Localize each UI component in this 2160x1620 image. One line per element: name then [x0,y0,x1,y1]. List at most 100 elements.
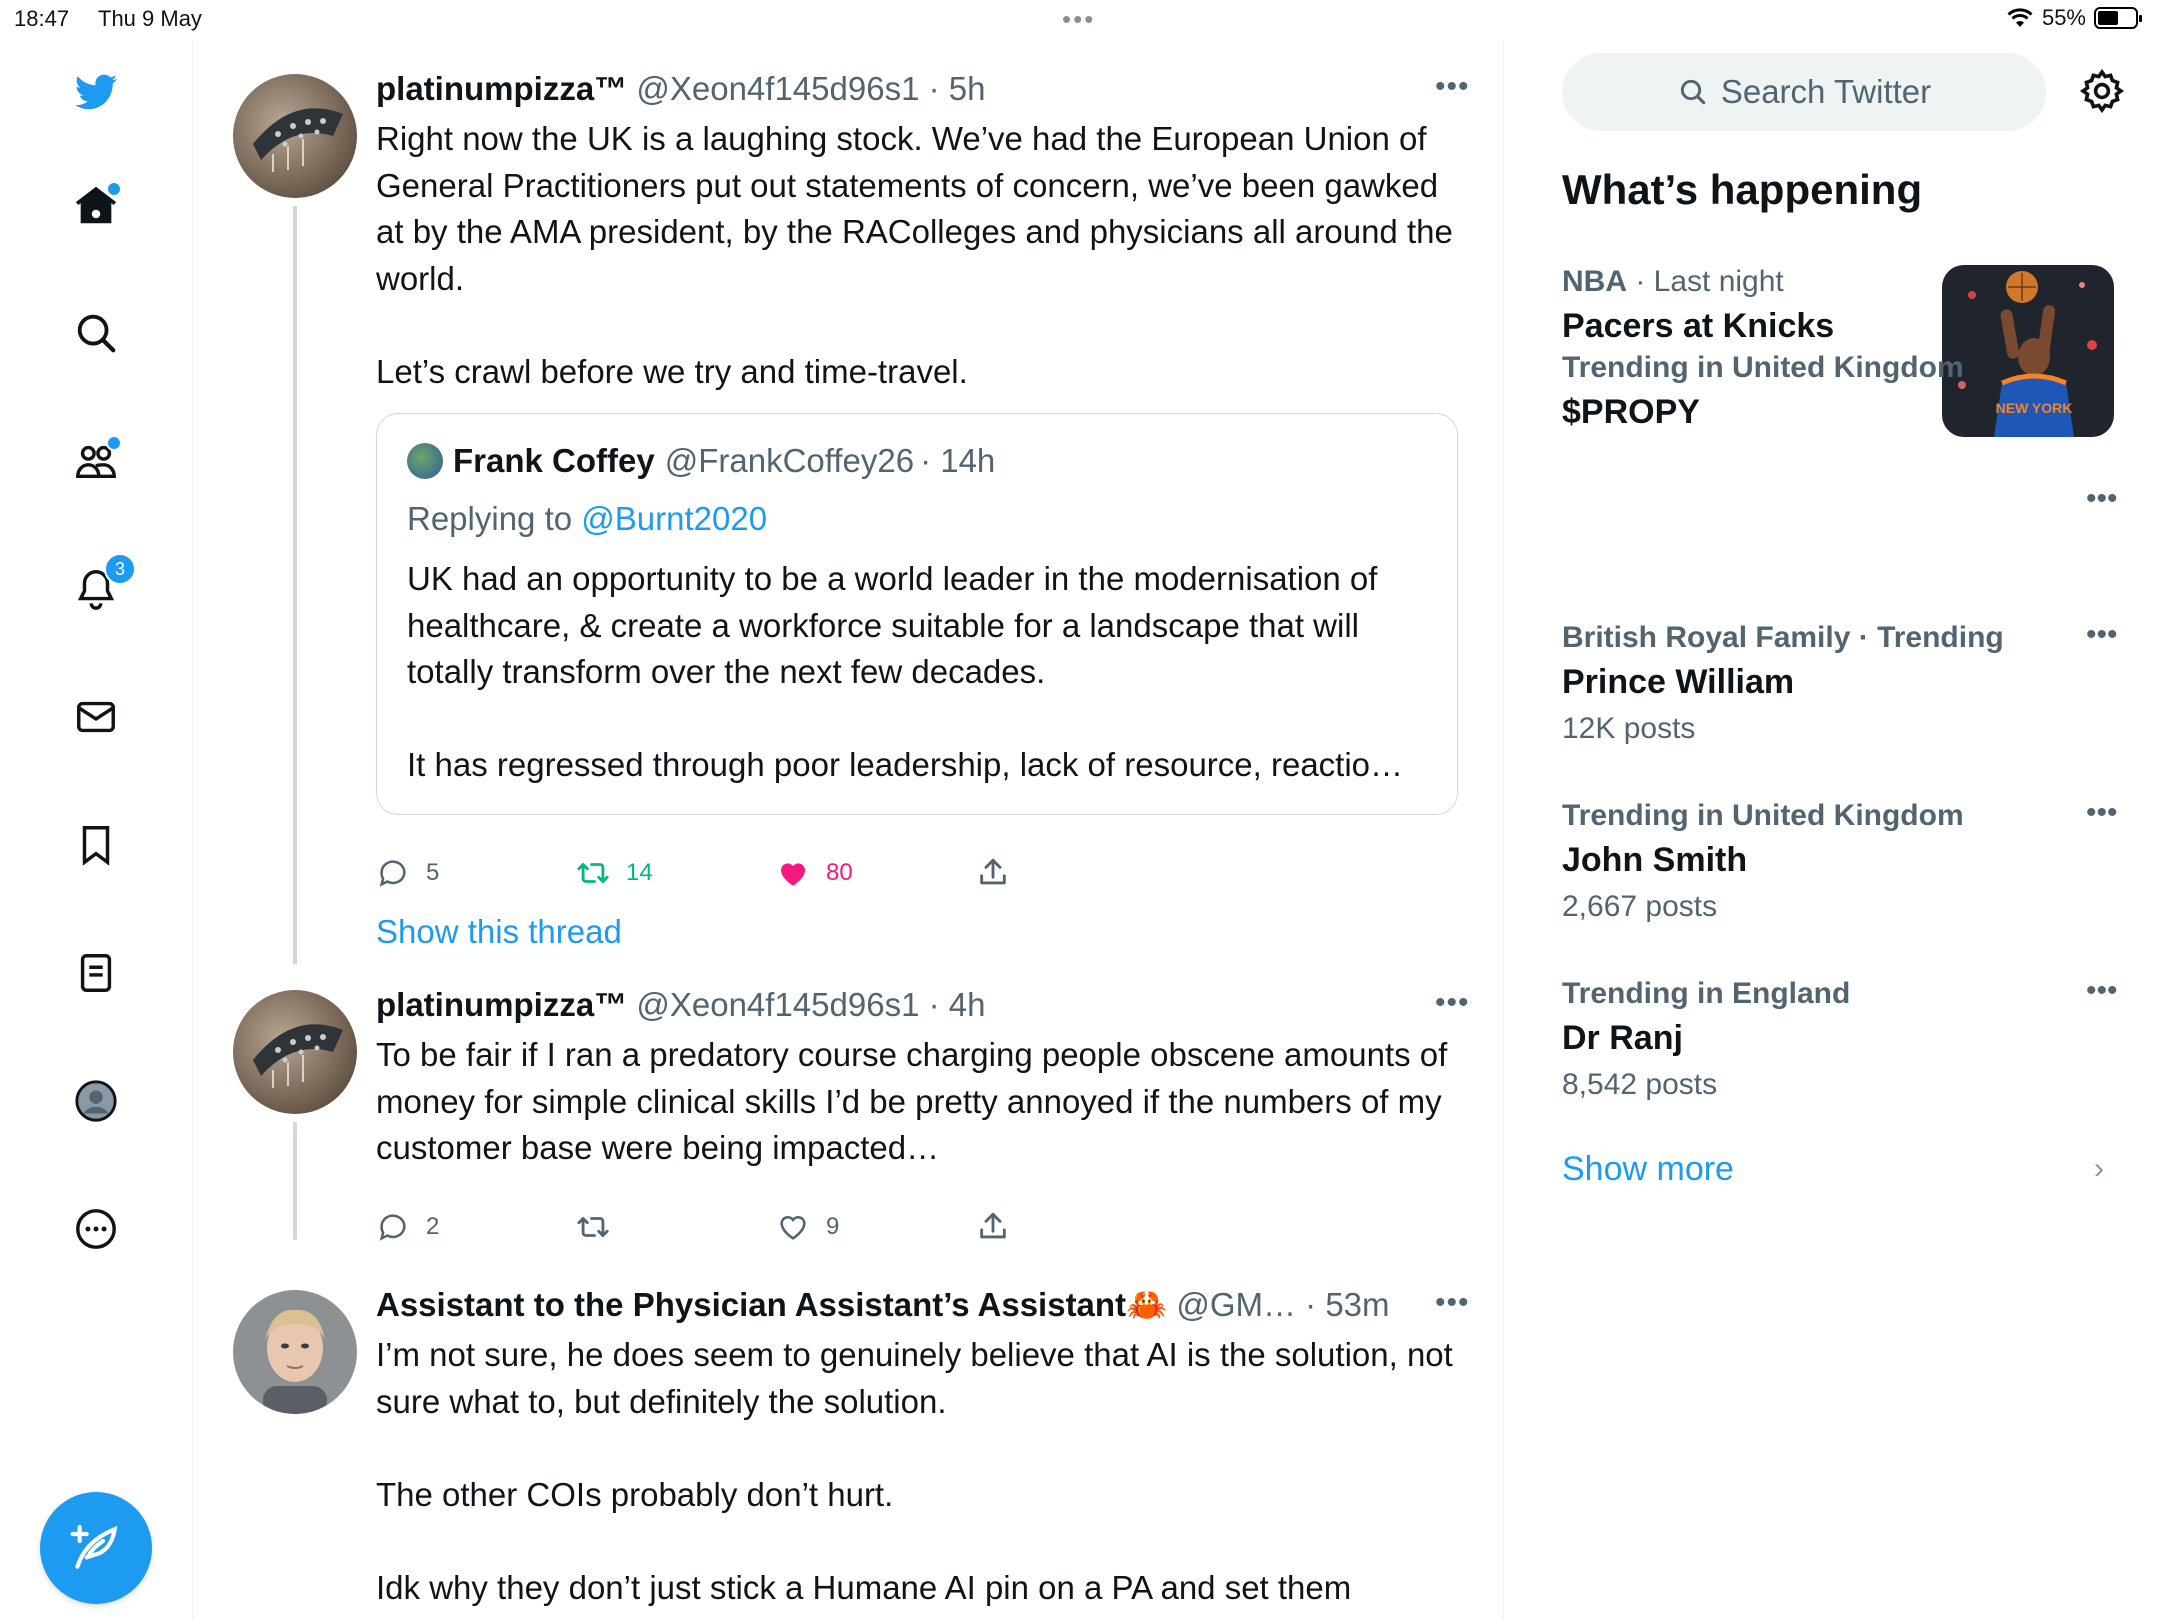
trend-more-icon[interactable]: ••• [2086,618,2118,652]
heart-filled-icon [780,863,806,886]
trend-item[interactable]: Trending in United Kingdom John Smith 2,… [1562,796,2122,930]
trend-item[interactable]: Trending in England Dr Ranj 8,542 posts [1562,974,2122,1108]
quote-paragraph: UK had an opportunity to be a world lead… [407,560,1378,690]
avatar[interactable] [233,74,357,198]
trend-category: Trending in United Kingdom [1562,351,1964,384]
reply-count: 5 [426,859,440,886]
trend-item[interactable]: Trending in United Kingdom $PROPY [1562,348,2122,436]
replying-label: Replying to [407,500,582,537]
author-handle[interactable]: @Xeon4f145d96s1 [636,986,919,1023]
tweet[interactable]: platinumpizza™ @Xeon4f145d96s1 · 5h ••• … [193,40,1503,964]
trend-category: NBA [1562,265,1627,298]
tweet-time[interactable]: · 4h [929,986,986,1023]
multitasking-handle-icon[interactable]: ••• [1062,4,1095,35]
search-placeholder: Search Twitter [1720,73,1932,110]
show-thread-link[interactable]: Show this thread [376,913,622,951]
retweet-button[interactable] [576,1210,626,1244]
like-count: 80 [826,859,853,886]
reply-icon [379,1214,406,1241]
tweet-time[interactable]: · 5h [929,70,986,107]
avatar[interactable] [233,990,357,1114]
trend-count: 2,667 posts [1562,890,1718,923]
tweet[interactable]: Assistant to the Physician Assistant’s A… [193,1260,1503,1620]
retweet-icon [577,863,609,883]
quote-author-name: Frank Coffey [453,442,655,479]
quote-author-handle: @FrankCoffey26 [664,442,915,479]
trend-more-icon[interactable]: ••• [2086,482,2118,516]
like-count: 9 [826,1213,840,1240]
trend-category: Trending in United Kingdom [1562,799,1964,832]
thread-line [293,206,297,964]
tweet-header: platinumpizza™ @Xeon4f145d96s1 · 5h [376,70,985,108]
trend-title: John Smith [1562,841,1748,879]
tweet-text: To be fair if I ran a predatory course c… [376,1032,1456,1172]
retweet-button[interactable]: 14 [576,856,653,890]
quote-replying-to: Replying to @Burnt2020 [407,500,767,538]
quoted-tweet[interactable]: Frank Coffey @FrankCoffey26 · 14h Replyi… [376,413,1458,815]
share-icon [980,858,1006,885]
quote-avatar [407,443,443,479]
reply-button[interactable]: 2 [376,1210,439,1244]
trend-item[interactable]: British Royal Family · Trending Prince W… [1562,618,2122,752]
heart-outline-icon [780,1216,806,1240]
tweet-paragraph: I’m not sure, he does seem to genuinely … [376,1336,1453,1420]
tweet-text: Right now the UK is a laughing stock. We… [376,116,1456,395]
home-new-dot [106,181,122,197]
bookmarks-icon[interactable] [66,815,126,875]
tweet-actions: 2 9 [376,1210,1276,1250]
trend-more-icon[interactable]: ••• [2086,974,2118,1008]
more-icon[interactable] [66,1199,126,1259]
tweet-more-icon[interactable]: ••• [1435,986,1470,1020]
trend-title: Dr Ranj [1562,1019,1683,1057]
gear-icon[interactable] [2078,67,2126,115]
tweet[interactable]: platinumpizza™ @Xeon4f145d96s1 · 4h ••• … [193,960,1503,1260]
trend-more-icon[interactable]: ••• [2086,796,2118,830]
share-button[interactable] [976,1210,1010,1244]
tweet-actions: 5 14 80 [376,856,1276,896]
tweet-paragraph: Right now the UK is a laughing stock. We… [376,120,1453,297]
replying-link[interactable]: @Burnt2020 [581,500,767,537]
home-icon[interactable] [66,175,126,235]
author-handle[interactable]: @Xeon4f145d96s1 [636,70,919,107]
quote-text: UK had an opportunity to be a world lead… [407,556,1427,789]
tweet-more-icon[interactable]: ••• [1435,70,1470,104]
notifications-icon[interactable]: 3 [66,553,136,619]
author-name[interactable]: platinumpizza™ [376,986,627,1023]
like-button[interactable]: 9 [776,1210,839,1244]
notifications-badge: 3 [104,553,136,585]
tweet-paragraph: Idk why they don’t just stick a Humane A… [376,1568,1352,1606]
share-button[interactable] [976,856,1010,890]
battery-fill [2098,11,2118,25]
quote-paragraph: It has regressed through poor leadership… [407,746,1404,783]
trend-count: 8,542 posts [1562,1068,1718,1101]
battery-icon [2094,7,2142,29]
avatar[interactable] [233,1290,357,1414]
author-name[interactable]: Assistant to the Physician Assistant’s A… [376,1286,1167,1323]
trend-category: Trending in England [1562,977,1851,1010]
profile-icon[interactable] [66,1071,126,1131]
tweet-paragraph: To be fair if I ran a predatory course c… [376,1036,1448,1166]
status-bar: 18:47 Thu 9 May ••• 55% [0,0,2160,40]
show-more-link[interactable]: Show more [1562,1150,1734,1189]
messages-icon[interactable] [66,687,126,747]
author-name[interactable]: platinumpizza™ [376,70,627,107]
reply-count: 2 [426,1213,440,1240]
tweet-time[interactable]: · 53m [1305,1286,1389,1323]
quote-time: · 14h [920,442,996,479]
reply-button[interactable]: 5 [376,856,439,890]
compose-tweet-button[interactable] [40,1492,152,1604]
communities-icon[interactable] [66,431,126,491]
left-navigation: 3 [0,40,193,1620]
twitter-logo-icon[interactable] [66,62,126,122]
tweet-header: Assistant to the Physician Assistant’s A… [376,1286,1390,1325]
author-handle[interactable]: @GM… [1176,1286,1296,1323]
tweet-more-icon[interactable]: ••• [1435,1286,1470,1320]
search-input[interactable]: Search Twitter [1562,53,2046,131]
right-sidebar: Search Twitter What’s happening NBA · La… [1504,40,2160,1620]
lists-icon[interactable] [66,943,126,1003]
battery-percent: 55% [2041,5,2086,30]
trend-title: $PROPY [1562,393,1700,431]
retweet-icon [577,1217,609,1237]
search-icon[interactable] [66,303,126,363]
like-button[interactable]: 80 [776,856,853,890]
